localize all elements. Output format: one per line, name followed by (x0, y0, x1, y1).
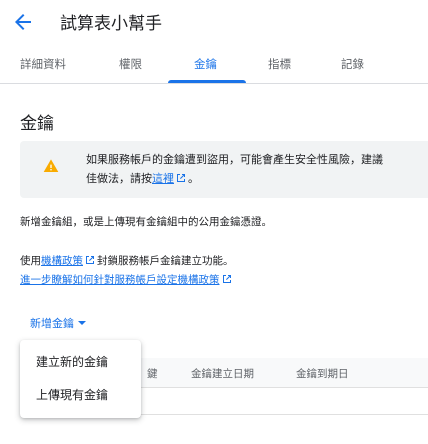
learn-more-link[interactable]: 進一步瞭解如何針對服務帳戶設定機構政策 (20, 274, 220, 286)
tab-permissions[interactable]: 權限 (119, 46, 142, 84)
page-title: 試算表小幫手 (60, 14, 162, 34)
column-created: 金鑰建立日期 (191, 368, 254, 380)
tab-metrics[interactable]: 指標 (268, 46, 291, 84)
add-key-button[interactable]: 新增金鑰 (20, 310, 112, 336)
section-title: 金鑰 (20, 114, 54, 134)
tab-logs[interactable]: 記錄 (341, 46, 364, 84)
warning-icon (43, 159, 59, 172)
policy-prefix: 使用 (20, 255, 41, 267)
open-in-new-icon (222, 275, 231, 283)
best-practices-link[interactable]: 這裡 (152, 172, 174, 185)
menu-item-upload-key[interactable]: 上傳現有金鑰 (20, 379, 141, 412)
menu-item-create-key[interactable]: 建立新的金鑰 (20, 346, 141, 379)
learn-more-row: 進一步瞭解如何針對服務帳戶設定機構政策 (20, 272, 234, 287)
open-in-new-icon (177, 174, 185, 182)
warning-text: 如果服務帳戶的金鑰遭到盜用，可能會產生安全性風險，建議 佳做法，請按這裡 。 (86, 150, 428, 188)
arrow-back-icon[interactable] (11, 10, 35, 34)
dropdown-arrow-icon (78, 321, 86, 325)
tab-keys[interactable]: 金鑰 (194, 46, 217, 84)
add-key-label: 新增金鑰 (30, 317, 74, 330)
app-header: 試算表小幫手 (0, 0, 428, 46)
info-text: 新增金鑰組，或是上傳現有金鑰組中的公用金鑰憑證。 (20, 216, 272, 228)
policy-suffix: 封鎖服務帳戶金鑰建立功能。 (97, 255, 234, 267)
add-key-menu: 建立新的金鑰 上傳現有金鑰 (20, 340, 141, 418)
warning-suffix: 。 (188, 172, 199, 185)
warning-banner: 如果服務帳戶的金鑰遭到盜用，可能會產生安全性風險，建議 佳做法，請按這裡 。 (20, 141, 428, 198)
tab-bar: 詳細資料 權限 金鑰 指標 記錄 (0, 46, 428, 84)
active-tab-indicator (168, 80, 246, 83)
policy-text: 使用機構政策 封鎖服務帳戶金鑰建立功能。 (20, 253, 234, 268)
open-in-new-icon (86, 256, 94, 264)
column-expiry: 金鑰到期日 (296, 368, 349, 380)
org-policy-link[interactable]: 機構政策 (41, 255, 83, 267)
warning-prefix: 佳做法，請按 (86, 172, 152, 185)
tab-details[interactable]: 詳細資料 (20, 46, 66, 84)
warning-line-1: 如果服務帳戶的金鑰遭到盜用，可能會產生安全性風險，建議 (86, 153, 383, 166)
column-key: 鍵 (147, 368, 158, 380)
warning-line-2: 佳做法，請按這裡 。 (86, 169, 428, 188)
